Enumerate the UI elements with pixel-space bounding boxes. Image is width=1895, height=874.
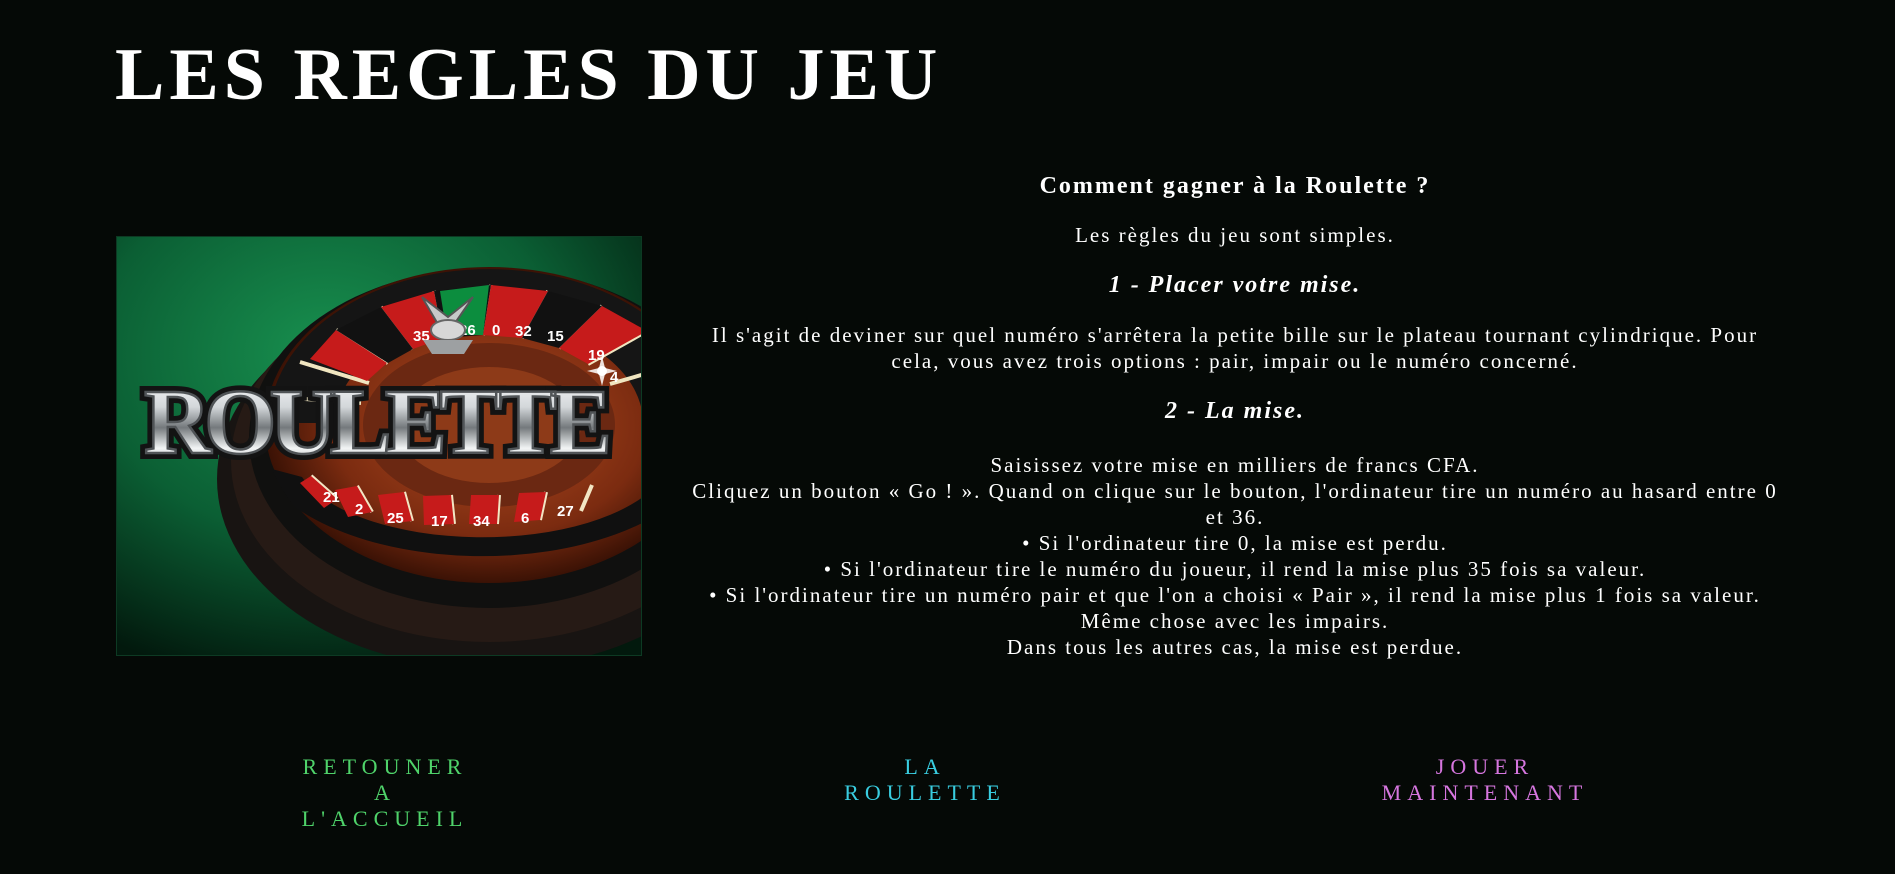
wheel-number: 6 [521,510,529,527]
roulette-link[interactable]: LA ROULETTE [810,754,1040,806]
rules-line: Cliquez un bouton « Go ! ». Quand on cli… [692,479,1778,529]
step-two-title: 2 - La mise. [1165,398,1305,424]
step-two-description: Saisissez votre mise en milliers de fran… [690,452,1780,660]
rules-intro: Les règles du jeu sont simples. [1075,223,1395,247]
rules-line: Dans tous les autres cas, la mise est pe… [1006,635,1464,659]
wheel-number: 32 [515,323,532,340]
rules-heading: Comment gagner à la Roulette ? [1039,173,1431,199]
wheel-number: 2 [355,501,363,518]
step-one-title: 1 - Placer votre mise. [1108,272,1362,298]
step-one-description: Il s'agit de deviner sur quel numéro s'a… [711,323,1759,373]
play-now-link[interactable]: JOUER MAINTENANT [1355,754,1615,806]
wheel-number: 25 [387,510,404,527]
wheel-number: 15 [547,328,564,345]
page-title: LES REGLES DU JEU [115,34,943,116]
rules-panel: Comment gagner à la Roulette ? Les règle… [690,168,1780,660]
wheel-number: 27 [557,503,574,520]
roulette-image: 35 3 26 0 32 15 19 4 21 2 25 17 34 6 27 [116,236,642,656]
return-home-link[interactable]: RETOUNER A L'ACCUEIL [270,754,500,832]
rules-line: • Si l'ordinateur tire 0, la mise est pe… [1022,531,1448,555]
roulette-logo: ROULETTE ROULETTE [138,356,621,480]
wheel-number: 21 [323,489,340,506]
roulette-logo-text: ROULETTE [144,371,608,474]
wheel-number: 0 [492,322,500,339]
wheel-number: 34 [473,513,490,530]
wheel-number: 17 [431,513,448,530]
roulette-illustration: 35 3 26 0 32 15 19 4 21 2 25 17 34 6 27 [117,237,641,655]
rules-line: Saisissez votre mise en milliers de fran… [990,453,1480,477]
rules-line: • Si l'ordinateur tire un numéro pair et… [709,583,1761,633]
rules-line: • Si l'ordinateur tire le numéro du joue… [823,557,1647,581]
